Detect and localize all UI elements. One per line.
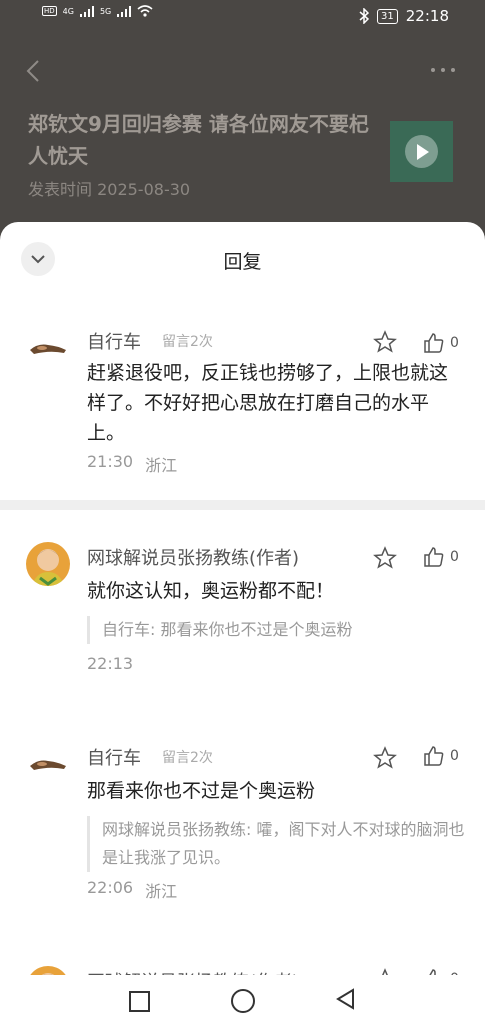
play-icon [405,135,438,168]
like-button[interactable]: 0 [423,745,459,767]
sheet-title: 回复 [223,251,262,273]
signal-icon [79,5,94,17]
status-left: HD 4G 5G [42,5,153,17]
sheet-header: 回复 [0,222,485,298]
thumbs-up-icon [424,333,444,353]
comment-location: 浙江 [145,456,178,475]
like-button[interactable]: 0 [423,546,459,568]
thumbs-up-icon [424,547,444,567]
star-icon[interactable] [373,330,397,358]
hd-badge: HD [42,6,57,16]
commenter-name[interactable]: 自行车 [87,328,141,354]
comment-text: 就你这认知，奥运粉都不配！ [87,580,335,602]
bluetooth-icon [359,8,370,24]
comment-location: 浙江 [145,882,178,901]
battery-level: 31 [377,8,398,24]
article-title: 郑钦文9月回归参赛 请各位网友不要杞人忧天 [28,112,369,168]
comment-meta: 21:30 浙江 [87,452,177,476]
reply-sheet: 回复 自行车 留言2次 0 赶紧退役吧，反正钱也捞够了，上限也就这样了。不好好把… [0,222,485,1024]
article-publish-time: 发表时间 2025-08-30 [28,180,191,199]
status-right: 31 22:18 [359,7,449,25]
page-header [0,52,485,92]
comment-time: 22:13 [87,654,134,673]
like-button[interactable]: 0 [423,332,459,354]
star-icon[interactable] [373,546,397,574]
recent-apps-icon[interactable] [129,991,150,1012]
clock: 22:18 [405,7,449,25]
comment-text: 那看来你也不过是个奥运粉 [87,780,316,802]
avatar[interactable] [26,742,70,786]
article-info: 郑钦文9月回归参赛 请各位网友不要杞人忧天 发表时间 2025-08-30 [28,108,378,200]
star-icon[interactable] [373,746,397,774]
signal-icon [117,5,132,17]
video-thumbnail[interactable] [390,121,453,182]
section-divider [0,500,485,510]
avatar[interactable] [26,542,70,586]
status-bar: HD 4G 5G 31 22:18 [0,0,485,36]
thumbs-up-icon [424,746,444,766]
more-options-icon[interactable] [431,68,455,72]
comment-count-tag: 留言2次 [162,750,213,766]
quoted-comment: 网球解说员张扬教练: 嚯，阁下对人不对球的脑洞也是让我涨了见识。 [87,816,472,872]
comment-time: 21:30 [87,452,134,471]
quoted-comment: 自行车: 那看来你也不过是个奥运粉 [87,616,472,644]
like-count: 0 [450,549,459,565]
network-5g-label: 5G [99,6,112,16]
comment-time: 22:06 [87,878,134,897]
like-count: 0 [450,335,459,351]
home-icon[interactable] [231,989,255,1013]
author-name[interactable]: 网球解说员张扬教练(作者) [87,544,299,570]
comment-meta: 22:13 [87,654,133,673]
comment-meta: 22:06 浙江 [87,878,177,902]
commenter-name[interactable]: 自行车 [87,744,141,770]
network-4g-label: 4G [62,6,74,16]
back-icon[interactable] [26,59,40,87]
comment-count-tag: 留言2次 [162,334,213,350]
comment-text: 赶紧退役吧，反正钱也捞够了，上限也就这样了。不好好把心思放在打磨自己的水平上。 [87,362,449,444]
like-count: 0 [450,748,459,764]
wifi-icon [137,5,153,17]
system-navigation-bar [0,975,485,1024]
back-triangle-icon[interactable] [335,988,355,1014]
avatar[interactable] [26,326,70,370]
